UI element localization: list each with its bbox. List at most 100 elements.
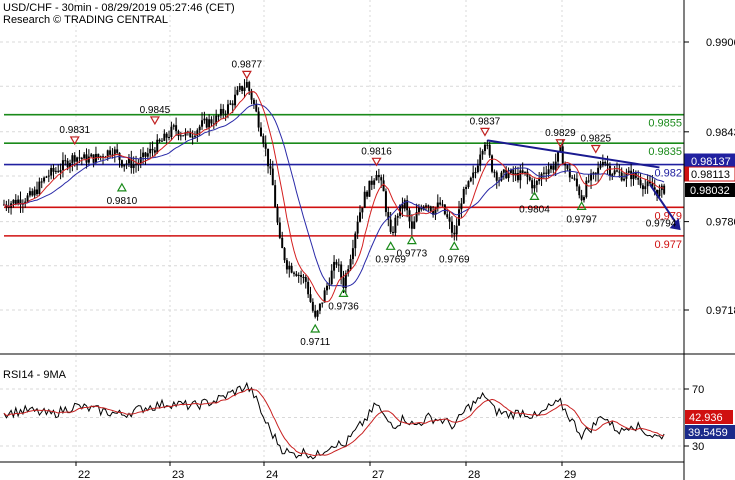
candle-body [43, 177, 46, 182]
annotation-label: 0.9797 [566, 214, 597, 225]
candle-body [205, 118, 208, 128]
candle-body [443, 204, 446, 215]
candle-body [448, 217, 451, 222]
candle-body [149, 148, 152, 154]
up-marker-icon [385, 241, 396, 250]
candle-body [337, 264, 340, 266]
candle-body [255, 103, 258, 112]
candle-body [460, 203, 463, 210]
candle-body [182, 135, 185, 137]
candle-body [545, 172, 548, 174]
candle-body [585, 180, 588, 198]
candle-body [335, 261, 338, 265]
candle-body [311, 301, 314, 311]
annotation-label: 0.9736 [328, 301, 359, 312]
candle-body [26, 195, 29, 202]
candle-body [333, 261, 336, 271]
candle-body [281, 237, 284, 249]
candle-body [481, 151, 484, 155]
candle-body [554, 161, 557, 170]
candle-body [153, 150, 156, 153]
resistance-trendline [487, 139, 660, 169]
ma-price-label: 0.98113 [691, 169, 730, 181]
candle-body [394, 217, 397, 233]
candle-body [160, 140, 163, 142]
candle-body [71, 155, 74, 164]
candle-body [427, 205, 430, 207]
candle-body [175, 125, 178, 132]
candle-body [222, 108, 225, 114]
candle-body [297, 275, 300, 277]
candle-body [278, 222, 281, 238]
candle-body [582, 197, 585, 201]
candle-body [325, 285, 328, 291]
annotation-label: 0.9837 [470, 116, 501, 127]
candle-body [76, 157, 79, 162]
candle-body [380, 177, 383, 181]
ma-price-tag-marker [685, 154, 689, 168]
rsi-tick-label: 70 [692, 384, 704, 396]
candle-body [45, 176, 48, 178]
candle-body [146, 153, 149, 157]
candle-body [295, 273, 298, 276]
candle-body [203, 118, 206, 121]
candle-body [238, 86, 241, 90]
candle-body [401, 204, 404, 209]
candle-body [109, 150, 112, 155]
candle-body [217, 115, 220, 117]
candle-body [40, 181, 43, 183]
candle-body [66, 160, 69, 168]
candle-body [276, 207, 279, 223]
level-label-0.9835: 0.9835 [648, 146, 682, 158]
candle-body [462, 189, 465, 204]
ma-price-tag-marker [685, 167, 689, 181]
ma-price-label: 0.98137 [691, 156, 731, 168]
candle-body [538, 178, 541, 181]
candle-body [446, 214, 449, 218]
candle-body [450, 221, 453, 233]
candle-body [340, 264, 343, 278]
candle-body [269, 166, 272, 169]
candle-body [318, 303, 321, 311]
up-marker-icon [116, 182, 127, 192]
candle-body [54, 170, 57, 172]
candle-body [135, 164, 138, 166]
candle-body [439, 202, 442, 205]
candle-body [97, 153, 100, 158]
usdchf-chart: 0.98550.98350.9820.9790.977 0.98310.9845… [0, 0, 735, 480]
candle-body [219, 108, 222, 116]
candle-body [64, 160, 67, 162]
candle-body [613, 170, 616, 175]
candle-body [151, 148, 154, 151]
up-marker-icon [310, 323, 321, 333]
candle-body [611, 174, 614, 176]
candle-body [52, 167, 55, 172]
annotation-label: 0.9804 [519, 204, 550, 215]
candle-body [627, 170, 630, 173]
rsi-title: RSI14 - 9MA [3, 369, 67, 381]
candle-body [226, 104, 229, 114]
candle-body [373, 180, 376, 185]
grid [0, 0, 684, 462]
candle-body [210, 119, 213, 124]
candle-body [493, 171, 496, 173]
candle-body [14, 199, 17, 204]
candle-body [377, 174, 380, 178]
level-label-0.9855: 0.9855 [648, 118, 682, 130]
candle-body [90, 154, 93, 157]
candle-body [375, 174, 378, 181]
candle-body [599, 165, 602, 168]
rsi-line [3, 381, 665, 460]
candle-body [73, 155, 76, 162]
candle-body [321, 302, 324, 304]
candle-body [262, 136, 265, 144]
candle-body [469, 177, 472, 182]
candle-body [410, 221, 413, 229]
candle-body [354, 233, 357, 249]
annotation-label: 0.9845 [140, 105, 171, 116]
candle-body [283, 248, 286, 261]
candle-body [271, 168, 274, 186]
chart-source: Research © TRADING CENTRAL [3, 14, 168, 26]
candle-body [229, 103, 232, 105]
candle-body [330, 270, 333, 285]
